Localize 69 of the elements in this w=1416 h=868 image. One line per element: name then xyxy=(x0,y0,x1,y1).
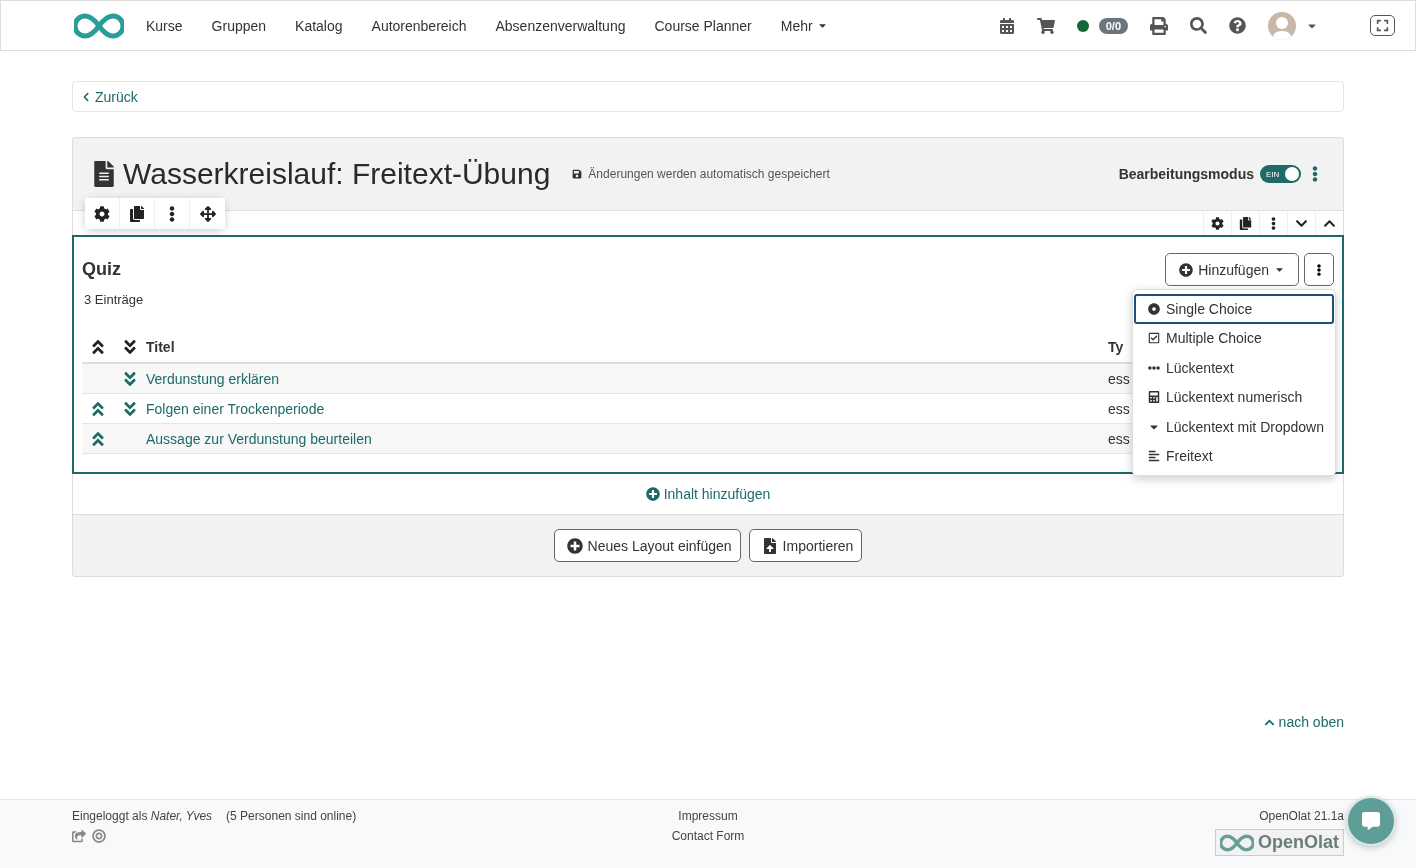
question-link[interactable]: Folgen einer Trockenperiode xyxy=(146,400,325,417)
checkbox-icon xyxy=(1148,332,1160,345)
menu-item[interactable]: Multiple Choice xyxy=(1134,323,1334,353)
table-cell: ess xyxy=(1108,430,1130,447)
chevron-left-icon xyxy=(81,91,91,102)
target-icon xyxy=(92,829,106,843)
column-header[interactable]: Ty xyxy=(1108,339,1124,355)
menu-item[interactable]: Freitext xyxy=(1134,441,1334,471)
text-lines-icon xyxy=(1148,450,1160,463)
logged-in-text: Eingeloggt als Nater, Yves xyxy=(72,809,213,823)
nav-link[interactable]: Katalog xyxy=(295,17,343,34)
table-cell: ess xyxy=(1108,400,1130,417)
table-cell: ess xyxy=(1108,370,1130,387)
nav-link[interactable]: Gruppen xyxy=(211,17,267,34)
nav-link[interactable]: Absenzenverwaltung xyxy=(495,17,626,34)
radio-icon xyxy=(1148,302,1160,315)
gear-icon xyxy=(1211,216,1224,230)
print-icon xyxy=(1150,16,1168,35)
copy-button[interactable] xyxy=(120,198,155,229)
fullscreen-icon[interactable] xyxy=(1370,15,1395,36)
share-icon xyxy=(72,829,86,843)
plus-icon xyxy=(645,487,660,501)
nav-link[interactable]: Kurse xyxy=(146,17,183,34)
entry-count: 3 Einträge xyxy=(84,292,145,307)
document-icon xyxy=(91,161,117,187)
cart-icon xyxy=(1036,16,1055,35)
page-title: Wasserkreislauf: Freitext-Übung xyxy=(123,157,551,191)
back-link[interactable]: Zurück xyxy=(72,81,1344,112)
nav-link[interactable]: Mehr xyxy=(780,17,828,34)
status-dot[interactable] xyxy=(1076,19,1089,32)
menu-item[interactable]: Lückentext mit Dropdown xyxy=(1134,412,1334,442)
speech-bubble-icon xyxy=(1362,812,1380,830)
save-note: Änderungen werden automatisch gespeichert xyxy=(588,167,830,181)
move-button[interactable] xyxy=(190,198,225,229)
search-icon xyxy=(1190,17,1207,34)
move-arrows-icon xyxy=(199,205,216,222)
plus-icon xyxy=(1179,262,1194,277)
menu-item[interactable]: Lückentext xyxy=(1134,353,1334,383)
menu-item[interactable]: Lückentext numerisch xyxy=(1134,382,1334,412)
edit-mode-switch[interactable]: EIN xyxy=(1260,165,1301,183)
logo-icon xyxy=(74,12,124,39)
nav-link[interactable]: Autorenbereich xyxy=(371,17,467,34)
calendar-icon xyxy=(998,17,1015,34)
plus-icon xyxy=(566,537,583,554)
menu-item[interactable]: Single Choice xyxy=(1134,294,1334,324)
back-to-top-link[interactable]: nach oben xyxy=(1263,714,1344,730)
help-icon xyxy=(1229,17,1246,34)
quiz-title: Quiz xyxy=(82,259,121,280)
edit-mode-label: Bearbeitungsmodus xyxy=(1118,166,1254,182)
copy-icon xyxy=(1239,216,1252,230)
action-button[interactable]: Importieren xyxy=(748,529,863,562)
column-header[interactable]: Titel xyxy=(146,339,175,355)
online-count[interactable]: (5 Personen sind online) xyxy=(226,809,357,823)
footer-link[interactable]: Impressum xyxy=(678,809,738,823)
action-button[interactable]: Neues Layout einfügen xyxy=(553,529,741,562)
version-text: OpenOlat 21.1a xyxy=(1259,809,1344,823)
nav-link[interactable]: Course Planner xyxy=(654,17,752,34)
question-link[interactable]: Aussage zur Verdunstung beurteilen xyxy=(146,430,372,447)
gear-icon xyxy=(94,205,110,222)
count-badge: 0/0 xyxy=(1098,17,1128,34)
copy-icon xyxy=(129,205,145,222)
footer-logo[interactable]: OpenOlat xyxy=(1215,829,1344,856)
settings-button[interactable] xyxy=(85,198,120,229)
footer-link[interactable]: Contact Form xyxy=(671,829,745,843)
upload-icon xyxy=(761,537,778,554)
add-content-link[interactable]: Inhalt hinzufügen xyxy=(645,486,771,502)
calculator-icon xyxy=(1148,391,1160,404)
add-button[interactable]: Hinzufügen xyxy=(1165,253,1299,286)
question-link[interactable]: Verdunstung erklären xyxy=(146,370,280,387)
